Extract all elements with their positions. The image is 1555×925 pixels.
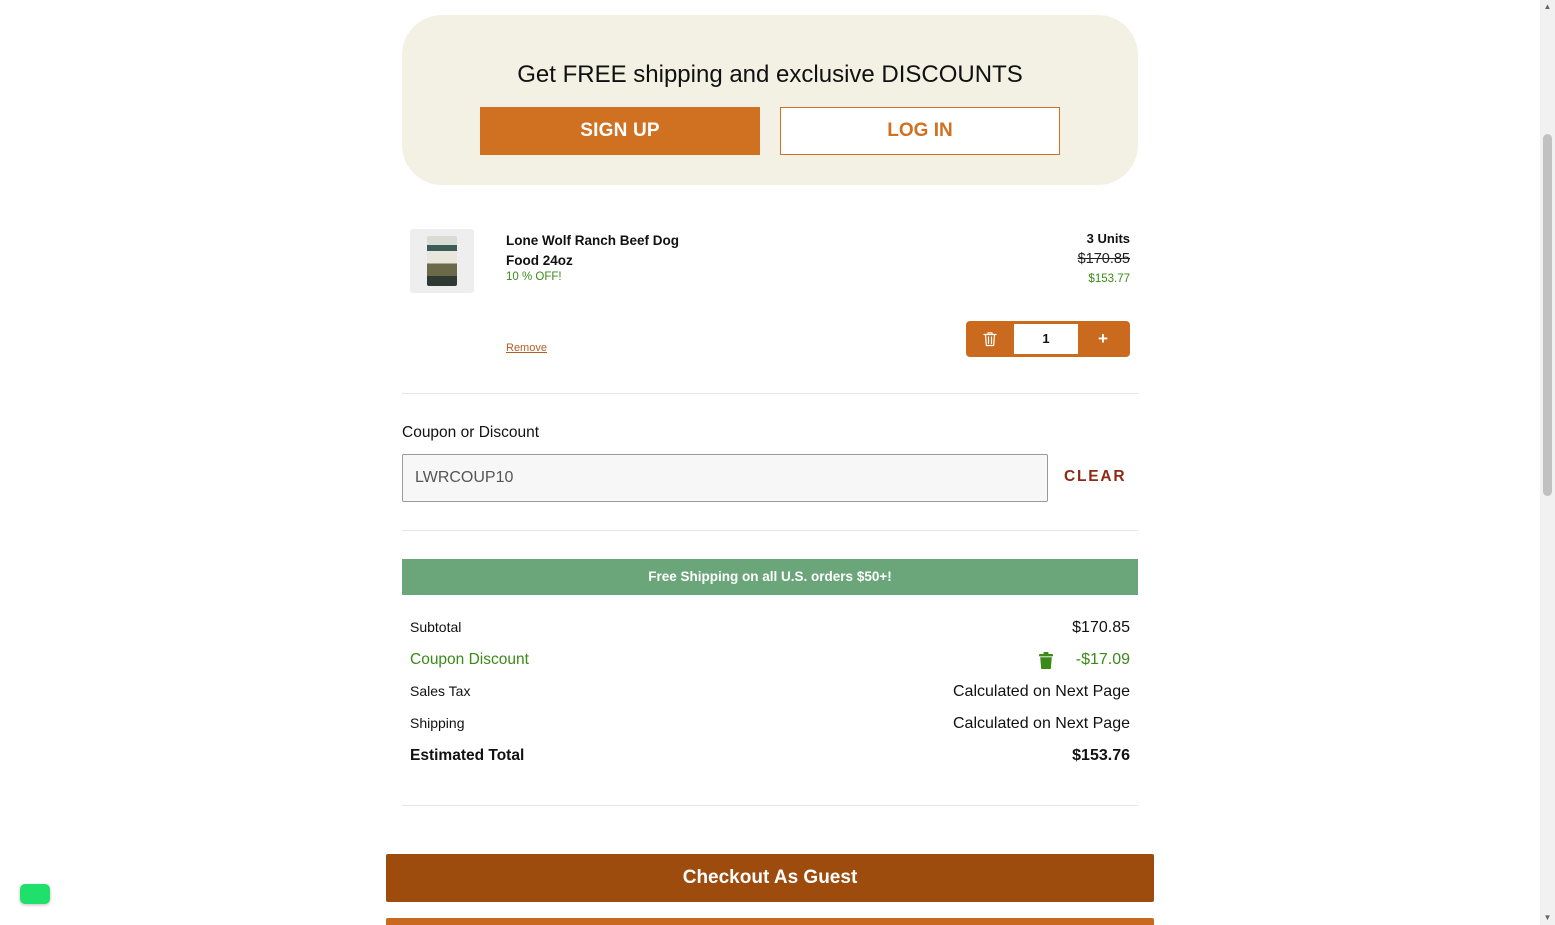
subtotal-label: Subtotal: [410, 619, 462, 635]
shipping-label: Shipping: [410, 715, 465, 731]
log-in-button[interactable]: LOG IN: [780, 107, 1060, 155]
product-original-price: $170.85: [1077, 251, 1130, 267]
checkout-button-partial[interactable]: [386, 918, 1154, 925]
coupon-discount-label: Coupon Discount: [410, 651, 529, 668]
increase-quantity-button[interactable]: +: [1078, 321, 1128, 357]
sales-tax-label: Sales Tax: [410, 683, 471, 699]
free-shipping-banner: Free Shipping on all U.S. orders $50+!: [402, 559, 1138, 595]
product-units: 3 Units: [1086, 231, 1130, 246]
scroll-up-arrow-icon[interactable]: ▲: [1540, 0, 1555, 14]
dog-food-bag-image: [427, 236, 457, 286]
remove-item-link[interactable]: Remove: [506, 342, 547, 354]
scroll-down-arrow-icon[interactable]: ▼: [1540, 911, 1555, 925]
coupon-discount-value: -$17.09: [1075, 651, 1130, 668]
quantity-input[interactable]: 1: [1014, 324, 1078, 354]
trash-icon[interactable]: [966, 321, 1014, 357]
divider: [402, 393, 1138, 394]
product-discounted-price: $153.77: [1088, 273, 1130, 285]
shipping-value: Calculated on Next Page: [953, 715, 1130, 732]
product-offer: 10 % OFF!: [506, 271, 562, 283]
scrollbar-thumb[interactable]: [1543, 134, 1552, 496]
quantity-stepper: 1 +: [966, 321, 1130, 357]
chat-widget-button[interactable]: [20, 884, 50, 904]
divider: [402, 530, 1138, 531]
coupon-label: Coupon or Discount: [402, 424, 539, 441]
coupon-input[interactable]: [402, 454, 1048, 502]
sign-up-button[interactable]: SIGN UP: [480, 107, 760, 155]
subtotal-value: $170.85: [1072, 619, 1130, 636]
product-name[interactable]: Lone Wolf Ranch Beef Dog Food 24oz: [506, 231, 706, 271]
scrollbar[interactable]: ▲ ▼: [1540, 0, 1555, 925]
checkout-as-guest-button[interactable]: Checkout As Guest: [386, 854, 1154, 902]
signup-banner: Get FREE shipping and exclusive DISCOUNT…: [402, 15, 1138, 185]
banner-title: Get FREE shipping and exclusive DISCOUNT…: [517, 61, 1023, 88]
estimated-total-label: Estimated Total: [410, 747, 525, 764]
estimated-total-value: $153.76: [1072, 747, 1130, 764]
divider: [402, 805, 1138, 806]
trash-icon[interactable]: [1039, 652, 1053, 669]
clear-coupon-button[interactable]: CLEAR: [1064, 468, 1126, 486]
sales-tax-value: Calculated on Next Page: [953, 683, 1130, 700]
product-image[interactable]: [410, 229, 474, 293]
